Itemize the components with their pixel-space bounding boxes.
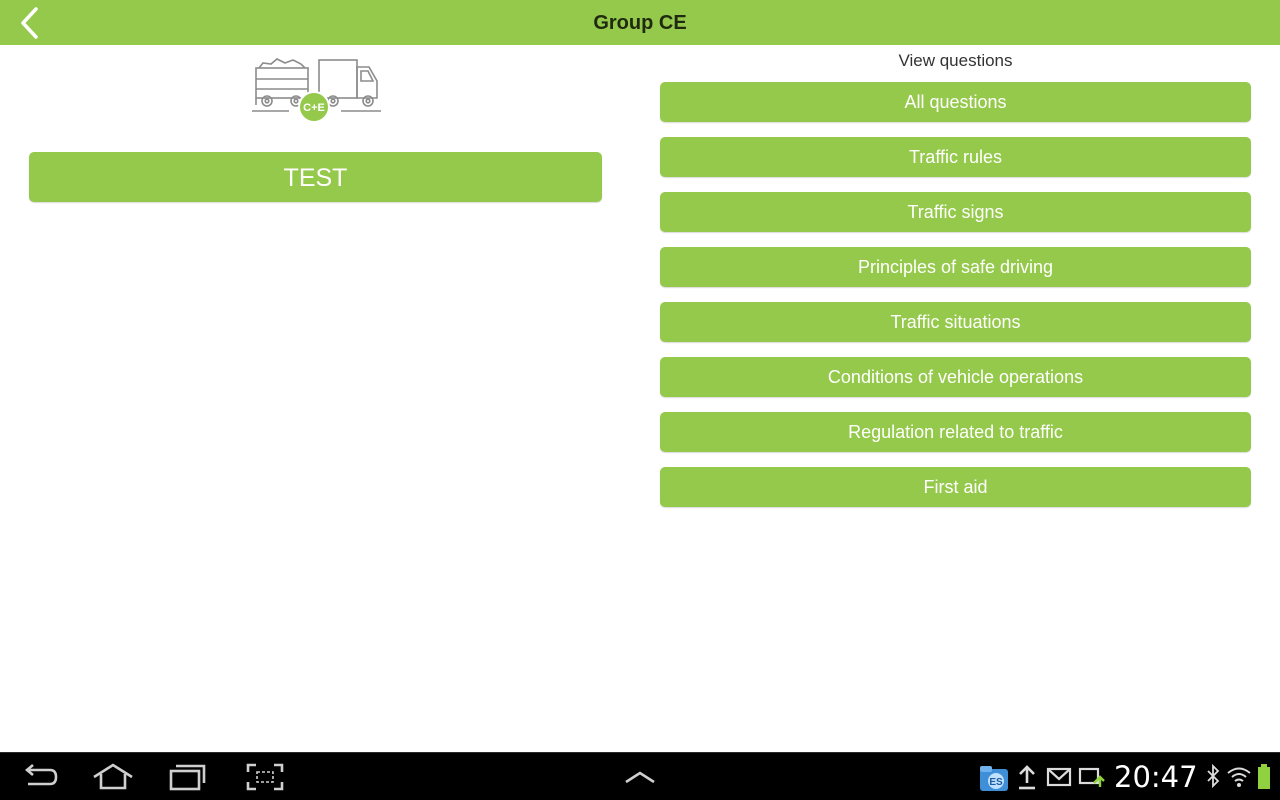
truck-with-trailer-icon: C+E xyxy=(249,55,383,125)
battery-icon xyxy=(1256,763,1272,791)
svg-text:ES: ES xyxy=(989,777,1003,788)
wifi-icon xyxy=(1226,763,1252,791)
traffic-regulation-button[interactable]: Regulation related to traffic xyxy=(660,412,1251,452)
safe-driving-button[interactable]: Principles of safe driving xyxy=(660,247,1251,287)
traffic-situations-button[interactable]: Traffic situations xyxy=(660,302,1251,342)
screenshot-icon[interactable] xyxy=(242,761,288,793)
bluetooth-icon xyxy=(1204,763,1222,791)
test-button[interactable]: TEST xyxy=(29,152,602,202)
first-aid-button[interactable]: First aid xyxy=(660,467,1251,507)
page-title: Group CE xyxy=(593,12,687,34)
top-app-bar: Group CE xyxy=(0,0,1280,45)
status-clock: 20:47 xyxy=(1114,760,1198,794)
view-questions-label: View questions xyxy=(898,51,1013,70)
all-questions-button[interactable]: All questions xyxy=(660,82,1251,122)
traffic-signs-button[interactable]: Traffic signs xyxy=(660,192,1251,232)
back-icon[interactable] xyxy=(16,761,62,793)
home-icon[interactable] xyxy=(90,761,136,793)
recent-apps-icon[interactable] xyxy=(164,761,210,793)
system-navigation-bar: ES 20:47 xyxy=(0,752,1280,800)
question-category-list: All questions Traffic rules Traffic sign… xyxy=(660,82,1251,522)
vehicle-badge-text: C+E xyxy=(303,102,325,114)
upload-icon xyxy=(1016,763,1038,791)
file-manager-icon: ES xyxy=(978,763,1012,791)
vehicle-operations-button[interactable]: Conditions of vehicle operations xyxy=(660,357,1251,397)
sync-icon xyxy=(1078,763,1106,791)
traffic-rules-button[interactable]: Traffic rules xyxy=(660,137,1251,177)
app-screen: Group CE C+E TEST View questions All que… xyxy=(0,0,1280,752)
mail-icon xyxy=(1046,763,1072,791)
chevron-up-icon[interactable] xyxy=(617,761,663,793)
